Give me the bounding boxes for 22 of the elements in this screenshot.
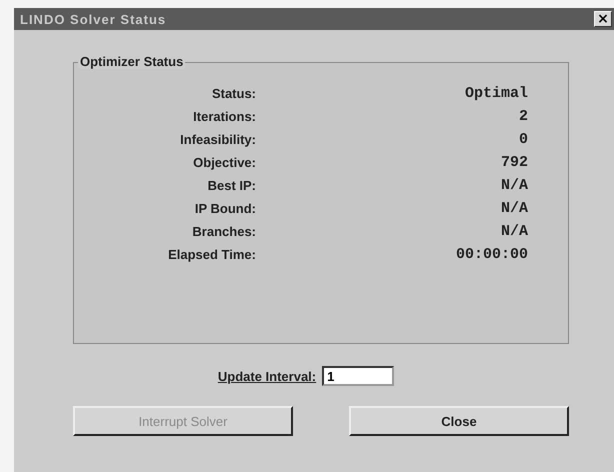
field-value: N/A xyxy=(500,177,528,194)
close-dialog-button[interactable]: Close xyxy=(349,406,569,436)
close-button[interactable]: × xyxy=(594,11,612,27)
field-label: Branches: xyxy=(191,223,256,240)
field-value: 792 xyxy=(500,154,528,171)
input-field[interactable]: 1 xyxy=(322,366,394,386)
field-label: Iterations: xyxy=(192,108,256,125)
group-title: Optimizer Status xyxy=(78,54,186,69)
window-title: LINDO Solver Status xyxy=(20,12,166,26)
field-value: N/A xyxy=(500,223,528,240)
field-label: IP Bound: xyxy=(194,200,256,217)
field-label: Infeasibility: xyxy=(179,131,256,148)
field-value: 00:00:00 xyxy=(454,246,528,263)
field-label: Best IP: xyxy=(206,177,256,194)
field-value: Optimal xyxy=(464,85,528,102)
field-value: 2 xyxy=(518,108,528,125)
field-value: N/A xyxy=(500,200,528,217)
field-label: Elapsed Time: xyxy=(167,246,256,263)
field-label: Update Interval: xyxy=(218,368,316,384)
field-label: Objective: xyxy=(192,154,256,171)
field-value: 0 xyxy=(518,131,528,148)
field-label: Status: xyxy=(210,85,256,102)
